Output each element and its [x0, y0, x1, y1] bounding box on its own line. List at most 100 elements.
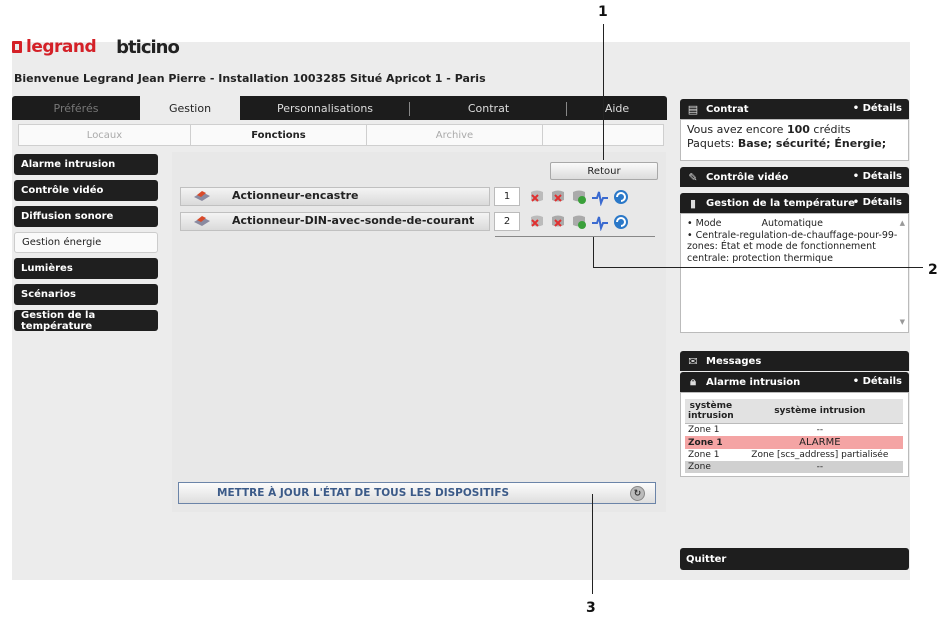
device-actions	[528, 211, 630, 232]
zone-cell: Zone 1	[685, 436, 737, 449]
alarm-details-link[interactable]: • Détails	[853, 376, 902, 387]
thermometer-icon: ▮	[689, 196, 697, 210]
pulse-icon[interactable]	[591, 188, 609, 206]
alarm-table: système intrusion système intrusion Zone…	[685, 399, 903, 473]
alarm-body: système intrusion système intrusion Zone…	[680, 392, 909, 477]
table-row: Zone 1 Zone [scs_address] partialisée	[685, 449, 903, 461]
status-cell: --	[816, 425, 824, 435]
refresh-all-icon[interactable]: ↻	[630, 486, 645, 501]
subtab-locaux[interactable]: Locaux	[19, 125, 191, 145]
legrand-logo: legrand	[12, 37, 97, 57]
alarm-off-icon[interactable]	[549, 213, 567, 231]
deactivate-icon[interactable]	[528, 213, 546, 231]
refresh-icon[interactable]	[612, 213, 630, 231]
device-name: Actionneur-encastre	[232, 189, 359, 202]
main-tabs: Préférés Gestion Personnalisations Contr…	[12, 96, 667, 120]
temperature-body: • Mode Automatique • Centrale-regulation-…	[680, 213, 909, 333]
alarm-table-header: système intrusion système intrusion	[685, 399, 903, 424]
device-name: Actionneur-DIN-avec-sonde-de-courant	[232, 214, 475, 227]
contract-body: Vous avez encore 100 crédits Paquets: Ba…	[680, 119, 909, 161]
device-actions	[528, 186, 630, 207]
activate-icon[interactable]	[570, 188, 588, 206]
subtab-archive[interactable]: Archive	[367, 125, 543, 145]
video-header: ✎ Contrôle vidéo • Détails	[680, 167, 909, 187]
sidebar-item-lumieres[interactable]: Lumières	[14, 258, 158, 279]
sidebar-item-gestion-temperature[interactable]: Gestion de la température	[14, 310, 158, 332]
activate-icon[interactable]	[570, 213, 588, 231]
callout-underline	[495, 236, 655, 237]
back-button[interactable]: Retour	[550, 162, 658, 180]
welcome-text: Bienvenue Legrand Jean Pierre - Installa…	[14, 72, 486, 85]
credits-line: Vous avez encore 100 crédits	[687, 123, 851, 136]
lock-icon: 🔒︎	[690, 375, 696, 388]
actuator-icon	[194, 191, 210, 201]
contract-icon: ▤	[687, 102, 699, 116]
device-number: 2	[494, 212, 520, 231]
zone-cell: Zone 1	[688, 425, 720, 435]
sidebar-item-scenarios[interactable]: Scénarios	[14, 284, 158, 305]
sidebar: Alarme intrusion Contrôle vidéo Diffusio…	[14, 154, 158, 336]
alarm-col-header: système intrusion	[736, 399, 903, 424]
status-cell: ALARME	[736, 436, 903, 449]
contract-header: ▤ Contrat • Détails	[680, 99, 909, 119]
table-row: Zone 1 ALARME	[685, 436, 903, 449]
screenshot-stage: legrand bticino Bienvenue Legrand Jean P…	[0, 0, 952, 618]
alarm-col-header: système intrusion	[685, 399, 737, 424]
callout-3: 3	[586, 600, 596, 616]
alarm-title: Alarme intrusion	[706, 376, 801, 388]
callout-2-line-h	[593, 267, 923, 268]
refresh-icon[interactable]	[612, 188, 630, 206]
sub-tabs: Locaux Fonctions Archive	[18, 124, 664, 146]
tab-gestion[interactable]: Gestion	[140, 96, 240, 120]
temperature-header: ▮ Gestion de la température • Détails	[680, 193, 909, 213]
envelope-icon: ✉	[688, 354, 698, 368]
tab-preferes[interactable]: Préférés	[12, 96, 140, 120]
contract-panel: ▤ Contrat • Détails Vous avez encore 100…	[680, 99, 909, 161]
temperature-title: Gestion de la température	[706, 197, 855, 209]
sidebar-item-gestion-energie[interactable]: Gestion énergie	[14, 232, 158, 253]
video-details-link[interactable]: • Détails	[853, 171, 902, 182]
callout-3-line	[592, 494, 593, 594]
temperature-details-link[interactable]: • Détails	[853, 197, 902, 208]
sidebar-item-diffusion-sonore[interactable]: Diffusion sonore	[14, 206, 158, 227]
tab-personnalisations[interactable]: Personnalisations	[240, 96, 410, 120]
update-all-devices-button[interactable]: METTRE À JOUR L'ÉTAT DE TOUS LES DISPOSI…	[178, 482, 656, 504]
update-all-label: METTRE À JOUR L'ÉTAT DE TOUS LES DISPOSI…	[217, 487, 510, 499]
video-title: Contrôle vidéo	[706, 171, 789, 183]
device-row: Actionneur-encastre 1	[180, 186, 658, 207]
device-number: 1	[494, 187, 520, 206]
contract-details-link[interactable]: • Détails	[853, 103, 902, 114]
pulse-icon[interactable]	[591, 213, 609, 231]
quit-button[interactable]: Quitter	[680, 548, 909, 570]
tab-aide[interactable]: Aide	[567, 96, 667, 120]
video-panel: ✎ Contrôle vidéo • Détails	[680, 167, 909, 187]
status-cell: --	[736, 461, 903, 473]
actuator-icon	[194, 216, 210, 226]
scroll-up-icon[interactable]: ▲	[900, 218, 905, 230]
alarm-header: 🔒︎ Alarme intrusion • Détails	[680, 372, 909, 392]
messages-header[interactable]: ✉ Messages	[680, 351, 909, 371]
table-row: Zone --	[685, 461, 903, 473]
wrench-icon: ✎	[688, 170, 698, 184]
sidebar-item-alarme-intrusion[interactable]: Alarme intrusion	[14, 154, 158, 175]
messages-title: Messages	[706, 355, 762, 367]
callout-2: 2	[928, 262, 938, 278]
packages-line: Paquets: Base; sécurité; Énergie;	[687, 137, 887, 150]
zone-cell: Zone	[685, 461, 737, 473]
deactivate-icon[interactable]	[528, 188, 546, 206]
tab-contrat[interactable]: Contrat	[410, 96, 567, 120]
sidebar-item-controle-video[interactable]: Contrôle vidéo	[14, 180, 158, 201]
temperature-panel: ▮ Gestion de la température • Détails • …	[680, 193, 909, 333]
alarm-panel: 🔒︎ Alarme intrusion • Détails système in…	[680, 372, 909, 477]
status-cell: Zone [scs_address] partialisée	[751, 450, 889, 460]
table-row: Zone 1 --	[685, 424, 903, 437]
subtab-fonctions[interactable]: Fonctions	[191, 125, 367, 145]
alarm-off-icon[interactable]	[549, 188, 567, 206]
callout-1-line	[603, 24, 604, 160]
brand-logos: legrand bticino	[12, 34, 180, 60]
bticino-logo: bticino	[116, 36, 180, 58]
scroll-down-icon[interactable]: ▼	[900, 317, 905, 329]
mode-line: • Mode Automatique	[687, 218, 823, 229]
device-row: Actionneur-DIN-avec-sonde-de-courant 2	[180, 211, 658, 232]
callout-1: 1	[598, 4, 608, 20]
